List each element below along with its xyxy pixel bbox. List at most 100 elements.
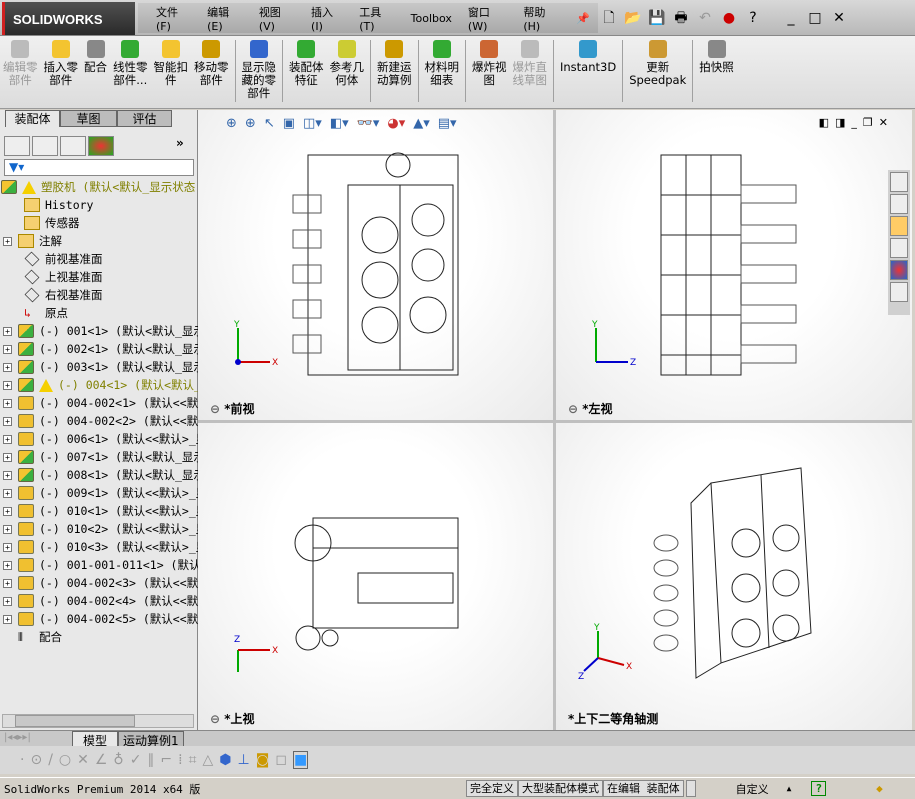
minimize-icon[interactable]: _ — [851, 116, 857, 129]
expand-toggle[interactable]: + — [3, 560, 12, 570]
menu-item-4[interactable]: 工具(T) — [351, 4, 402, 33]
viewport-isometric[interactable]: Y X Z *上下二等角轴测 — [556, 423, 912, 730]
expand-toggle[interactable]: + — [3, 614, 12, 624]
tree-item[interactable]: History — [3, 196, 198, 214]
view-palette-icon[interactable] — [890, 238, 908, 258]
corner-icon[interactable]: ⌐ — [160, 752, 172, 768]
command-button-11[interactable]: 爆炸视 图 — [469, 36, 510, 108]
trim-icon[interactable]: ✕ — [77, 752, 89, 768]
maximize-icon[interactable]: □ — [806, 9, 824, 27]
property-manager-icon[interactable] — [32, 136, 58, 156]
command-button-4[interactable]: 智能扣 件 — [151, 36, 192, 108]
menu-item-3[interactable]: 插入(I) — [303, 4, 351, 33]
tree-item[interactable]: + (-) 001<1> (默认<默认_显示 — [3, 322, 198, 340]
tree-item[interactable]: + (-) 004-002<1> (默认<<默认 — [3, 394, 198, 412]
command-button-13[interactable]: Instant3D — [557, 36, 619, 108]
tile-icon[interactable]: ◨ — [835, 116, 845, 129]
tree-item[interactable]: + (-) 010<1> (默认<<默认>_显 — [3, 502, 198, 520]
design-library-icon[interactable] — [890, 194, 908, 214]
file-explorer-icon[interactable] — [890, 216, 908, 236]
minimize-icon[interactable]: _ — [782, 9, 800, 27]
circle-icon[interactable]: ⊙ — [30, 752, 42, 768]
shaded-box-icon[interactable]: ■ — [292, 751, 309, 769]
close-icon[interactable]: ✕ — [879, 116, 888, 129]
command-button-12[interactable]: 爆炸直 线草图 — [510, 36, 551, 108]
dimension-icon[interactable]: ⁞ — [178, 752, 182, 768]
triangle-icon[interactable]: △ — [203, 752, 214, 768]
units-arrow-icon[interactable]: ▲ — [787, 784, 792, 793]
line-icon[interactable]: / — [48, 752, 53, 768]
expand-toggle[interactable]: + — [3, 506, 12, 516]
box-icon[interactable]: ◻ — [275, 752, 287, 768]
tree-item[interactable]: + (-) 004-002<4> (默认<<默认 — [3, 592, 198, 610]
expand-toggle[interactable]: + — [3, 578, 12, 588]
tree-item[interactable]: + (-) 004<1> (默认<默认_显 — [3, 376, 198, 394]
expand-toggle[interactable]: + — [3, 326, 12, 336]
graphics-area[interactable]: ⊕ ⊕ ↖ ▣ ◫▾ ◧▾ 👓▾ ◕▾ ▲▾ ▤▾ YX ⊖ *前视 ◧ ◨ _ ❐ ✕ YZ ⊖ *左视… — [198, 110, 912, 730]
tree-item[interactable]: + (-) 006<1> (默认<<默认>_显 — [3, 430, 198, 448]
expand-toggle[interactable]: + — [3, 596, 12, 606]
command-button-0[interactable]: 编辑零 部件 — [0, 36, 41, 108]
units-selector[interactable]: 自定义 — [736, 781, 769, 797]
expand-toggle[interactable]: + — [3, 236, 12, 246]
solidworks-resources-icon[interactable] — [890, 172, 908, 192]
angle-icon[interactable]: ∠ — [95, 752, 108, 768]
command-button-10[interactable]: 材料明 细表 — [422, 36, 463, 108]
command-button-7[interactable]: 装配体 特征 — [286, 36, 327, 108]
tree-item[interactable]: ⫴ 配合 — [3, 628, 198, 646]
menu-item-0[interactable]: 文件(F) — [148, 4, 199, 33]
tree-item[interactable]: + (-) 010<2> (默认<<默认>_显 — [3, 520, 198, 538]
expand-toggle[interactable]: + — [3, 380, 12, 390]
appearances-icon[interactable] — [890, 260, 908, 280]
solidworks-logo[interactable]: SOLIDWORKS — [2, 2, 135, 35]
appearance-icon[interactable]: ◕▾ — [387, 116, 405, 131]
body-icon[interactable]: ⬢ — [219, 752, 231, 768]
expand-toggle[interactable]: + — [3, 488, 12, 498]
display-manager-icon[interactable] — [88, 136, 114, 156]
expand-toggle[interactable]: + — [3, 470, 12, 480]
tree-item[interactable]: + (-) 004-002<3> (默认<<默认 — [3, 574, 198, 592]
tree-item[interactable]: ↳ 原点 — [3, 304, 198, 322]
expand-toggle[interactable]: + — [3, 524, 12, 534]
pin-icon[interactable]: 📌 — [568, 12, 598, 25]
tree-item[interactable]: + (-) 004-002<2> (默认<<默认 — [3, 412, 198, 430]
point-icon[interactable]: · — [20, 752, 24, 768]
command-button-1[interactable]: 插入零 部件 — [41, 36, 82, 108]
command-button-6[interactable]: 显示隐 藏的零 部件 — [239, 36, 280, 108]
tree-item[interactable]: + (-) 008<1> (默认<默认_显示 — [3, 466, 198, 484]
custom-properties-icon[interactable] — [890, 282, 908, 302]
restore-icon[interactable]: ❐ — [863, 116, 873, 129]
tree-item[interactable]: 右视基准面 — [3, 286, 198, 304]
new-file-icon[interactable]: 🗋 — [600, 9, 618, 27]
tree-item[interactable]: + (-) 009<1> (默认<<默认>_显 — [3, 484, 198, 502]
expand-toggle[interactable]: + — [3, 362, 12, 372]
expand-toggle[interactable]: + — [3, 344, 12, 354]
help-icon[interactable]: ? — [811, 781, 827, 796]
tree-item[interactable]: + (-) 003<1> (默认<默认_显示 — [3, 358, 198, 376]
command-button-14[interactable]: 更新 Speedpak — [626, 36, 689, 108]
display-style-icon[interactable]: ◧▾ — [330, 116, 349, 131]
tree-item[interactable]: + (-) 002<1> (默认<默认_显示 — [3, 340, 198, 358]
tab-assembly[interactable]: 装配体 — [5, 110, 60, 127]
axis-icon[interactable]: ⊥ — [238, 752, 250, 768]
measure-icon[interactable]: ◙ — [256, 752, 270, 768]
tree-item[interactable]: + (-) 004-002<5> (默认<<默认 — [3, 610, 198, 628]
command-button-9[interactable]: 新建运 动算例 — [374, 36, 415, 108]
open-file-icon[interactable]: 📂 — [624, 9, 642, 27]
save-icon[interactable]: 💾 — [648, 9, 666, 27]
command-button-5[interactable]: 移动零 部件 — [191, 36, 232, 108]
status-large-assembly[interactable]: 大型装配体模式 — [518, 780, 603, 797]
viewport-left[interactable]: ◧ ◨ _ ❐ ✕ YZ ⊖ *左视 — [556, 110, 912, 420]
tab-sketch[interactable]: 草图 — [60, 110, 117, 127]
horizontal-scrollbar[interactable] — [2, 714, 194, 728]
previous-view-icon[interactable]: ↖ — [264, 116, 275, 131]
undo-icon[interactable]: ↶ — [696, 9, 714, 27]
scene-icon[interactable]: ▲▾ — [413, 116, 430, 131]
parallel-icon[interactable]: ∥ — [147, 752, 154, 768]
tree-item[interactable]: + 注解 — [3, 232, 198, 250]
tile-icon[interactable]: ◧ — [819, 116, 829, 129]
command-button-8[interactable]: 参考几 何体 — [327, 36, 368, 108]
close-icon[interactable]: ✕ — [830, 9, 848, 27]
expand-toggle[interactable]: + — [3, 416, 12, 426]
feature-manager-icon[interactable] — [4, 136, 30, 156]
